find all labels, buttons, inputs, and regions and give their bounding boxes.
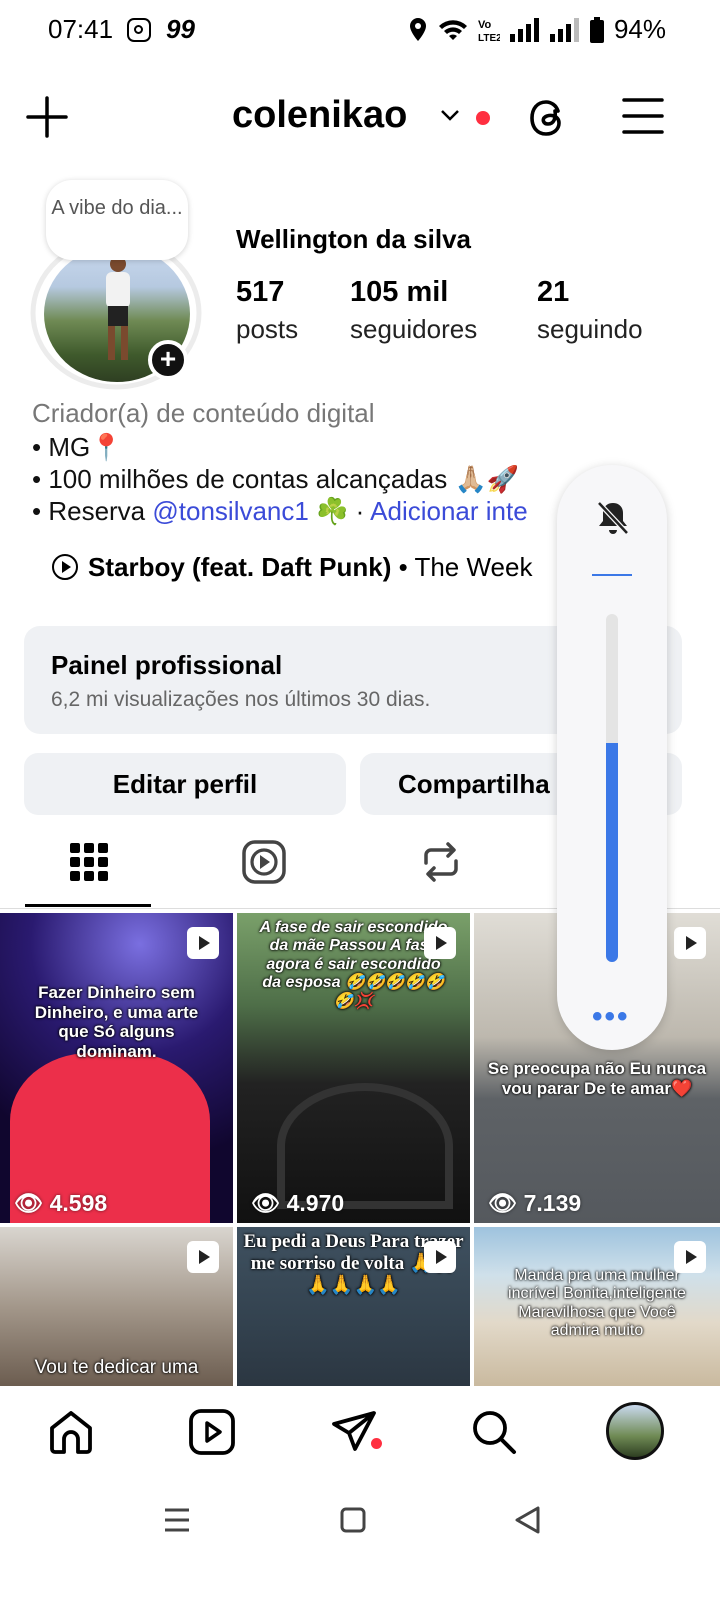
volte-icon: Vo LTE2 bbox=[478, 19, 500, 43]
reel-icon bbox=[187, 1241, 219, 1273]
profile-category: Criador(a) de conteúdo digital bbox=[32, 398, 375, 428]
followers-label[interactable]: seguidores bbox=[350, 314, 477, 345]
battery-icon bbox=[589, 16, 604, 43]
notification-count-icon: 99 bbox=[166, 14, 195, 44]
recent-apps-icon[interactable] bbox=[157, 1500, 197, 1540]
status-bar: 07:41 99 Vo LTE2 94% bbox=[0, 0, 720, 64]
following-label[interactable]: seguindo bbox=[537, 314, 643, 345]
volume-slider-fill bbox=[606, 742, 618, 962]
views-count: 7.139 bbox=[523, 1190, 582, 1216]
play-circle-icon bbox=[52, 554, 78, 580]
followers-count[interactable]: 105 mil bbox=[350, 276, 448, 309]
dashboard-subtitle: 6,2 mi visualizações nos últimos 30 dias… bbox=[51, 688, 431, 711]
chevron-down-icon[interactable] bbox=[440, 108, 460, 122]
direct-messages-icon[interactable] bbox=[330, 1408, 378, 1456]
post-caption: Se preocupa não Eu nunca vou parar De te… bbox=[487, 1059, 707, 1098]
reel-icon bbox=[424, 1241, 456, 1273]
volume-divider bbox=[592, 574, 632, 576]
threads-icon[interactable] bbox=[524, 94, 572, 142]
post-caption: Manda pra uma mulher incrível Bonita,int… bbox=[508, 1267, 686, 1340]
bio-clover: ☘️ · bbox=[308, 496, 371, 526]
profile-music[interactable]: Starboy (feat. Daft Punk) • The Week bbox=[52, 552, 532, 583]
add-interests-link[interactable]: Adicionar inte bbox=[370, 496, 528, 526]
posts-count[interactable]: 517 bbox=[236, 276, 284, 309]
battery-percent: 94% bbox=[613, 14, 666, 44]
status-right: Vo LTE2 94% bbox=[408, 14, 666, 45]
bio-mention-link[interactable]: @tonsilvanc1 bbox=[152, 496, 308, 526]
music-artist: • The Week bbox=[391, 552, 533, 582]
post-views: 👁 7.139 bbox=[488, 1190, 582, 1216]
volume-slider[interactable] bbox=[606, 614, 618, 962]
post-views: 👁 4.598 bbox=[14, 1190, 108, 1216]
wifi-icon bbox=[438, 19, 467, 40]
views-count: 4.970 bbox=[286, 1190, 345, 1216]
bio-line-reserva: • Reserva @tonsilvanc1 ☘️ · Adicionar in… bbox=[32, 496, 528, 527]
post-caption: Fazer Dinheiro sem Dinheiro, e uma arte … bbox=[34, 983, 199, 1061]
menu-hamburger-icon[interactable] bbox=[622, 97, 664, 135]
bio-reserva-prefix: • Reserva bbox=[32, 496, 153, 526]
posts-label[interactable]: posts bbox=[236, 314, 298, 345]
messages-notification-dot bbox=[371, 1438, 382, 1449]
post-tile[interactable]: Vou te dedicar uma bbox=[0, 1227, 233, 1387]
dashboard-title: Painel profissional bbox=[51, 650, 283, 680]
add-story-button[interactable]: + bbox=[148, 340, 188, 380]
status-time: 07:41 bbox=[48, 14, 114, 44]
signal-icon bbox=[509, 17, 539, 42]
views-count: 4.598 bbox=[49, 1190, 108, 1216]
post-tile[interactable]: Eu pedi a Deus Para trazer me sorriso de… bbox=[237, 1227, 470, 1387]
back-button-icon[interactable] bbox=[508, 1500, 548, 1540]
post-caption: Vou te dedicar uma bbox=[34, 1357, 199, 1378]
bio-line-location: • MG📍 bbox=[32, 432, 123, 462]
post-tile[interactable]: A fase de sair escondido da mãe Passou A… bbox=[237, 913, 470, 1223]
reels-icon[interactable] bbox=[241, 839, 287, 885]
avatar-person-figure bbox=[106, 256, 130, 360]
svg-text:LTE2: LTE2 bbox=[478, 33, 500, 43]
profile-tab-avatar[interactable] bbox=[606, 1402, 664, 1460]
following-count[interactable]: 21 bbox=[537, 276, 569, 309]
music-title: Starboy (feat. Daft Punk) bbox=[88, 552, 392, 582]
post-tile[interactable]: Manda pra uma mulher incrível Bonita,int… bbox=[474, 1227, 720, 1387]
note-bubble[interactable]: A vibe do dia... bbox=[46, 180, 188, 260]
reels-nav-icon[interactable] bbox=[188, 1408, 236, 1456]
reel-icon bbox=[187, 927, 219, 959]
profile-full-name: Wellington da silva bbox=[236, 224, 472, 254]
svg-text:Vo: Vo bbox=[478, 19, 492, 31]
post-views: 👁 4.970 bbox=[251, 1190, 345, 1216]
location-icon bbox=[409, 17, 426, 41]
home-button-icon[interactable] bbox=[333, 1500, 373, 1540]
grid-icon[interactable] bbox=[66, 839, 112, 885]
instagram-notification-icon bbox=[127, 18, 151, 42]
reel-icon bbox=[674, 927, 706, 959]
home-icon[interactable] bbox=[47, 1408, 95, 1456]
edit-profile-button[interactable]: Editar perfil bbox=[24, 753, 346, 815]
active-tab-indicator bbox=[25, 904, 151, 907]
reel-icon bbox=[674, 1241, 706, 1273]
profile-username[interactable]: colenikao bbox=[232, 94, 407, 137]
create-plus-icon[interactable] bbox=[26, 96, 68, 138]
bio-line-reach: • 100 milhões de contas alcançadas 🙏🏼🚀 bbox=[32, 464, 520, 494]
search-icon[interactable] bbox=[470, 1408, 518, 1456]
more-dots-icon[interactable]: ••• bbox=[592, 1000, 630, 1034]
reposts-icon[interactable] bbox=[418, 839, 464, 885]
bell-muted-icon[interactable] bbox=[596, 500, 630, 536]
post-tile[interactable]: Fazer Dinheiro sem Dinheiro, e uma arte … bbox=[0, 913, 233, 1223]
signal-2-icon bbox=[549, 17, 579, 42]
account-notification-dot bbox=[476, 111, 490, 125]
reel-icon bbox=[424, 927, 456, 959]
